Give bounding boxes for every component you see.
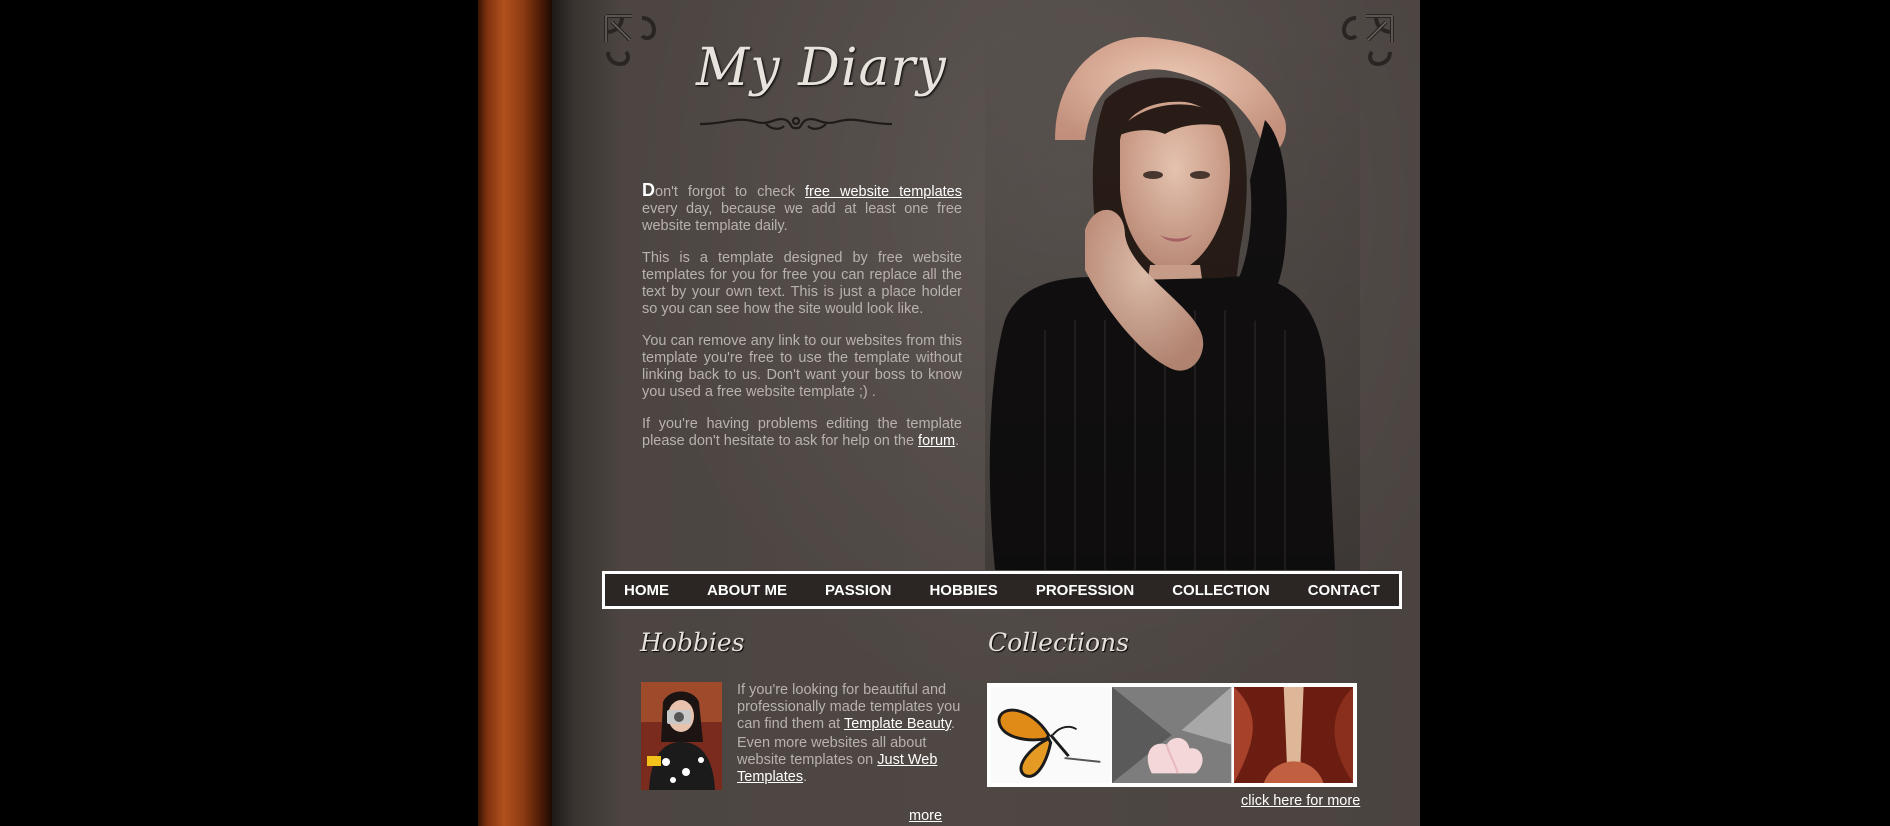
intro-paragraph-3: You can remove any link to our websites …: [642, 333, 962, 400]
site-logo[interactable]: My Diary: [696, 38, 947, 138]
collections-more-link[interactable]: click here for more: [1241, 793, 1360, 809]
free-website-templates-link[interactable]: free website templates: [805, 184, 962, 200]
hobbies-paragraph-1: If you're looking for beautiful and prof…: [737, 682, 961, 732]
nav-profession[interactable]: PROFESSION: [1030, 582, 1140, 599]
intro-text: Don't forgot to check free website templ…: [642, 180, 962, 465]
woman-portrait-image: [985, 30, 1360, 570]
flourish-divider-icon: [699, 116, 893, 130]
template-beauty-link[interactable]: Template Beauty: [844, 716, 951, 732]
butterfly-thumbnail[interactable]: [991, 687, 1111, 783]
nav-home[interactable]: HOME: [618, 582, 675, 599]
hobbies-paragraph-2: Even more websites all about website tem…: [737, 735, 938, 785]
forum-link[interactable]: forum: [918, 433, 955, 449]
dropcap: D: [642, 180, 655, 200]
nav-contact[interactable]: CONTACT: [1302, 582, 1386, 599]
collections-gallery: [987, 683, 1357, 787]
logo-text: My Diary: [696, 38, 947, 98]
flower-thumbnail[interactable]: [1112, 687, 1232, 783]
main-nav: HOME ABOUT ME PASSION HOBBIES PROFESSION…: [602, 571, 1402, 609]
canyon-thumbnail[interactable]: [1233, 687, 1353, 783]
hobbies-more-link[interactable]: more: [909, 808, 942, 824]
book-spine: [478, 0, 552, 826]
hobbies-heading: Hobbies: [640, 628, 745, 657]
corner-ornament-icon: [604, 14, 657, 67]
hobbies-photo: [641, 682, 722, 790]
nav-collection[interactable]: COLLECTION: [1166, 582, 1276, 599]
nav-about-me[interactable]: ABOUT ME: [701, 582, 793, 599]
intro-paragraph-1: Don't forgot to check free website templ…: [642, 180, 962, 234]
intro-paragraph-2: This is a template designed by free webs…: [642, 250, 962, 317]
hobbies-text: If you're looking for beautiful and prof…: [737, 682, 972, 788]
collections-heading: Collections: [988, 628, 1129, 657]
intro-paragraph-4: If you're having problems editing the te…: [642, 416, 962, 449]
nav-passion[interactable]: PASSION: [819, 582, 897, 599]
nav-hobbies[interactable]: HOBBIES: [923, 582, 1003, 599]
